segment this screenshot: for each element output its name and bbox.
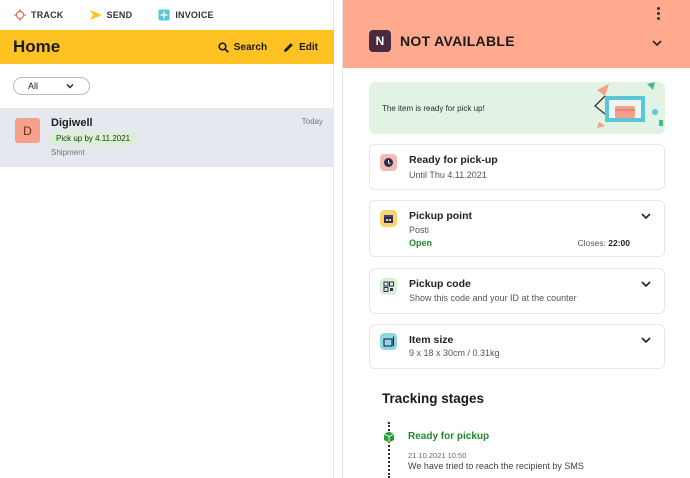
- nav-invoice-label: INVOICE: [175, 10, 214, 20]
- edit-button-label: Edit: [299, 41, 318, 53]
- shipment-row[interactable]: D Digiwell Today Pick up by 4.11.2021 Sh…: [0, 108, 334, 167]
- shipment-date: Today: [301, 117, 323, 126]
- chevron-down-icon[interactable]: [651, 37, 663, 49]
- avatar: D: [15, 118, 40, 143]
- pickup-point-title: Pickup point: [409, 210, 472, 222]
- chevron-down-icon[interactable]: [640, 278, 652, 290]
- more-options-icon[interactable]: [657, 7, 660, 22]
- store-icon: [380, 210, 397, 227]
- package-check-icon: [383, 431, 395, 443]
- stage-title: Ready for pickup: [408, 431, 490, 442]
- search-button-label: Search: [233, 41, 268, 53]
- ready-banner: The item is ready for pick up!: [369, 82, 665, 134]
- nav-send[interactable]: SEND: [89, 9, 133, 21]
- availability-status: NOT AVAILABLE: [400, 33, 515, 49]
- invoice-icon: [158, 9, 170, 21]
- nav-invoice[interactable]: INVOICE: [158, 9, 214, 21]
- home-header: Home Search Edit: [0, 30, 334, 64]
- shipment-type: Shipment: [51, 148, 85, 157]
- pickup-code-title: Pickup code: [409, 278, 471, 290]
- ready-title: Ready for pick-up: [409, 154, 498, 166]
- ready-until: Until Thu 4.11.2021: [409, 170, 487, 180]
- closing-time: Closes: 22:00: [578, 238, 630, 248]
- pickup-point-name: Posti: [409, 225, 430, 235]
- nav-send-label: SEND: [106, 10, 133, 20]
- shipment-detail-pane: N NOT AVAILABLE The item is ready for pi…: [342, 0, 690, 478]
- pickup-code-instruction: Show this code and your ID at the counte…: [409, 293, 577, 303]
- page-title: Home: [13, 37, 61, 56]
- send-arrow-icon: [89, 10, 102, 20]
- closes-time-value: 22:00: [608, 238, 630, 248]
- pickup-deadline-badge: Pick up by 4.11.2021: [51, 132, 136, 145]
- qr-code-icon: [380, 278, 397, 295]
- clock-icon: [380, 154, 397, 171]
- stage-timestamp: 21.10.2021 10:50: [408, 451, 467, 460]
- chevron-down-icon[interactable]: [640, 334, 652, 346]
- open-status: Open: [409, 238, 433, 248]
- pickup-code-card[interactable]: Pickup code Show this code and your ID a…: [369, 268, 665, 314]
- filter-selected-value: All: [28, 81, 39, 91]
- nav-track-label: TRACK: [31, 10, 64, 20]
- carrier-logo: N: [369, 30, 391, 52]
- detail-header: N NOT AVAILABLE: [343, 0, 690, 68]
- item-dimensions: 9 x 18 x 30cm / 0.31kg: [409, 348, 500, 358]
- tracking-stages-title: Tracking stages: [382, 391, 485, 406]
- top-nav: TRACK SEND INVOICE: [0, 0, 333, 30]
- search-button[interactable]: Search: [218, 42, 267, 53]
- chevron-down-icon[interactable]: [640, 210, 652, 222]
- ready-for-pickup-card: Ready for pick-up Until Thu 4.11.2021: [369, 144, 665, 190]
- crosshair-icon: [14, 9, 26, 21]
- edit-button[interactable]: Edit: [283, 42, 318, 53]
- nav-track[interactable]: TRACK: [14, 9, 64, 21]
- pickup-point-card[interactable]: Pickup point Posti Open Closes: 22:00: [369, 200, 665, 257]
- shipment-sender: Digiwell: [51, 117, 93, 129]
- item-size-title: Item size: [409, 334, 454, 346]
- item-size-card[interactable]: Item size 9 x 18 x 30cm / 0.31kg: [369, 324, 665, 369]
- filter-dropdown[interactable]: All: [13, 77, 90, 95]
- app-root: TRACK SEND INVOICE Home Search Edit All …: [0, 0, 690, 478]
- pencil-icon: [284, 42, 293, 52]
- parcel-illustration-icon: [594, 82, 663, 128]
- search-icon: [218, 41, 229, 53]
- chevron-down-icon: [66, 84, 74, 89]
- stage-description: We have tried to reach the recipient by …: [408, 461, 584, 471]
- closes-label: Closes:: [577, 238, 606, 248]
- banner-text: The item is ready for pick up!: [382, 104, 485, 113]
- package-size-icon: [380, 333, 397, 350]
- shipment-list-pane: TRACK SEND INVOICE Home Search Edit All …: [0, 0, 334, 478]
